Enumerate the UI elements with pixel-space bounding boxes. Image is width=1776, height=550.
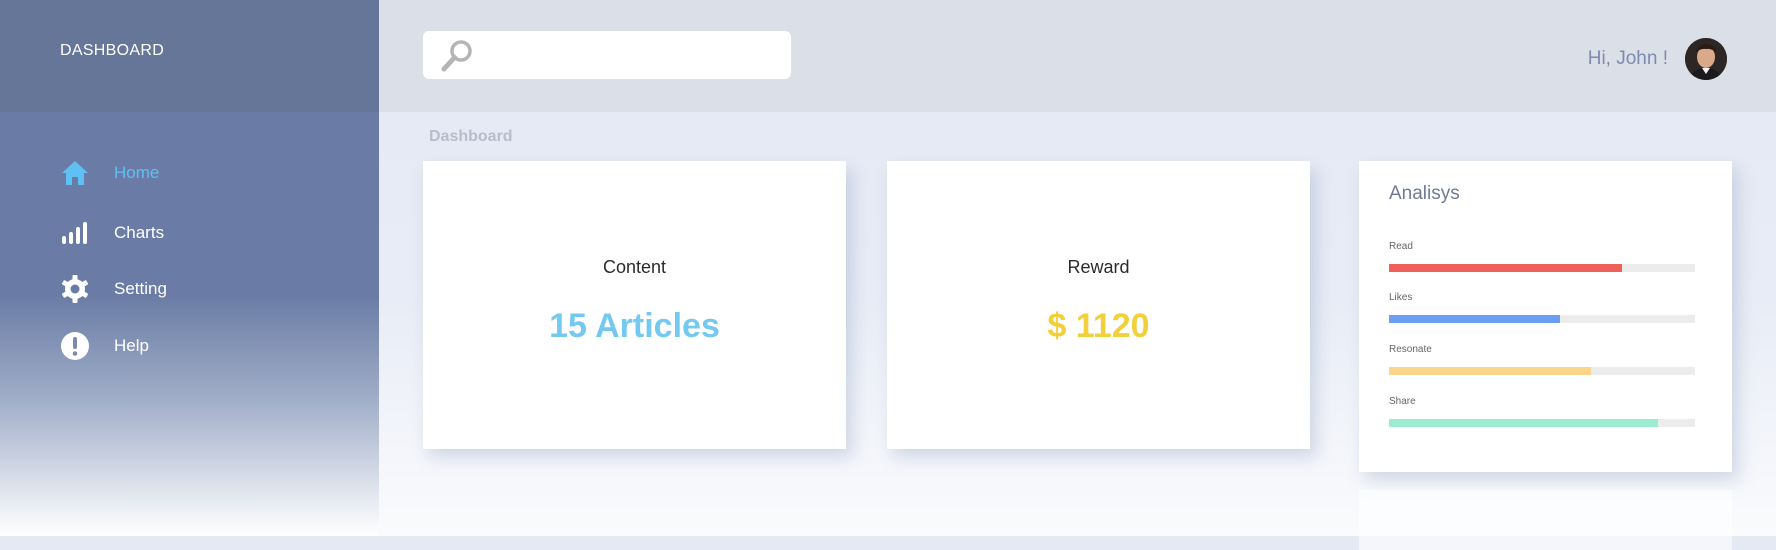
analysis-card: Analisys Read Likes Resonate Share [1359,161,1732,472]
home-icon [60,158,90,188]
reward-card-title: Reward [1067,257,1130,277]
sidebar-item-home[interactable]: Home [60,158,159,188]
user-greeting: Hi, John ! [1587,48,1668,69]
sidebar-item-label: Home [114,163,160,182]
avatar[interactable] [1685,38,1727,80]
content-card-title: Content [602,257,667,277]
content-card: Content 15 Articles [423,161,846,449]
sidebar-header: DASHBOARD [0,0,379,112]
bar-fill [1389,367,1591,375]
bar-row-share: Share [1389,396,1695,427]
bar-row-resonate: Resonate [1389,344,1695,375]
bar-chart-icon [60,218,90,248]
bar-fill [1389,419,1659,427]
content-card-value: 15 Articles [549,307,720,345]
sidebar-item-help[interactable]: Help [60,331,149,361]
top-header: Hi, John ! [379,0,1776,112]
bar-label: Likes [1389,292,1413,303]
search-input[interactable] [483,39,777,73]
bar-label: Resonate [1389,344,1432,355]
bar-track [1389,264,1695,272]
bar-track [1389,315,1695,323]
bar-row-likes: Likes [1389,292,1695,323]
bar-fill [1389,264,1622,272]
sidebar: DASHBOARD Home Charts Setting Help [0,0,379,536]
bar-label: Read [1389,241,1413,252]
sidebar-item-charts[interactable]: Charts [60,218,164,248]
reward-card: Reward $ 1120 [887,161,1310,449]
sidebar-item-label: Help [114,336,149,355]
secondary-card [1359,490,1732,550]
gear-icon [60,274,90,304]
page-title: Dashboard [429,128,513,145]
search-icon[interactable] [439,38,475,74]
bar-row-read: Read [1389,241,1695,272]
user-avatar-image [1685,38,1727,80]
bar-track [1389,367,1695,375]
bar-fill [1389,315,1561,323]
sidebar-item-label: Setting [114,279,167,298]
brand-title: DASHBOARD [60,42,165,59]
sidebar-item-label: Charts [114,223,165,242]
bar-label: Share [1389,396,1416,407]
search-box[interactable] [423,31,791,79]
exclamation-icon [60,331,90,361]
bar-track [1389,419,1695,427]
reward-card-value: $ 1120 [1047,307,1150,345]
sidebar-item-setting[interactable]: Setting [60,274,167,304]
analysis-title: Analisys [1389,183,1460,204]
